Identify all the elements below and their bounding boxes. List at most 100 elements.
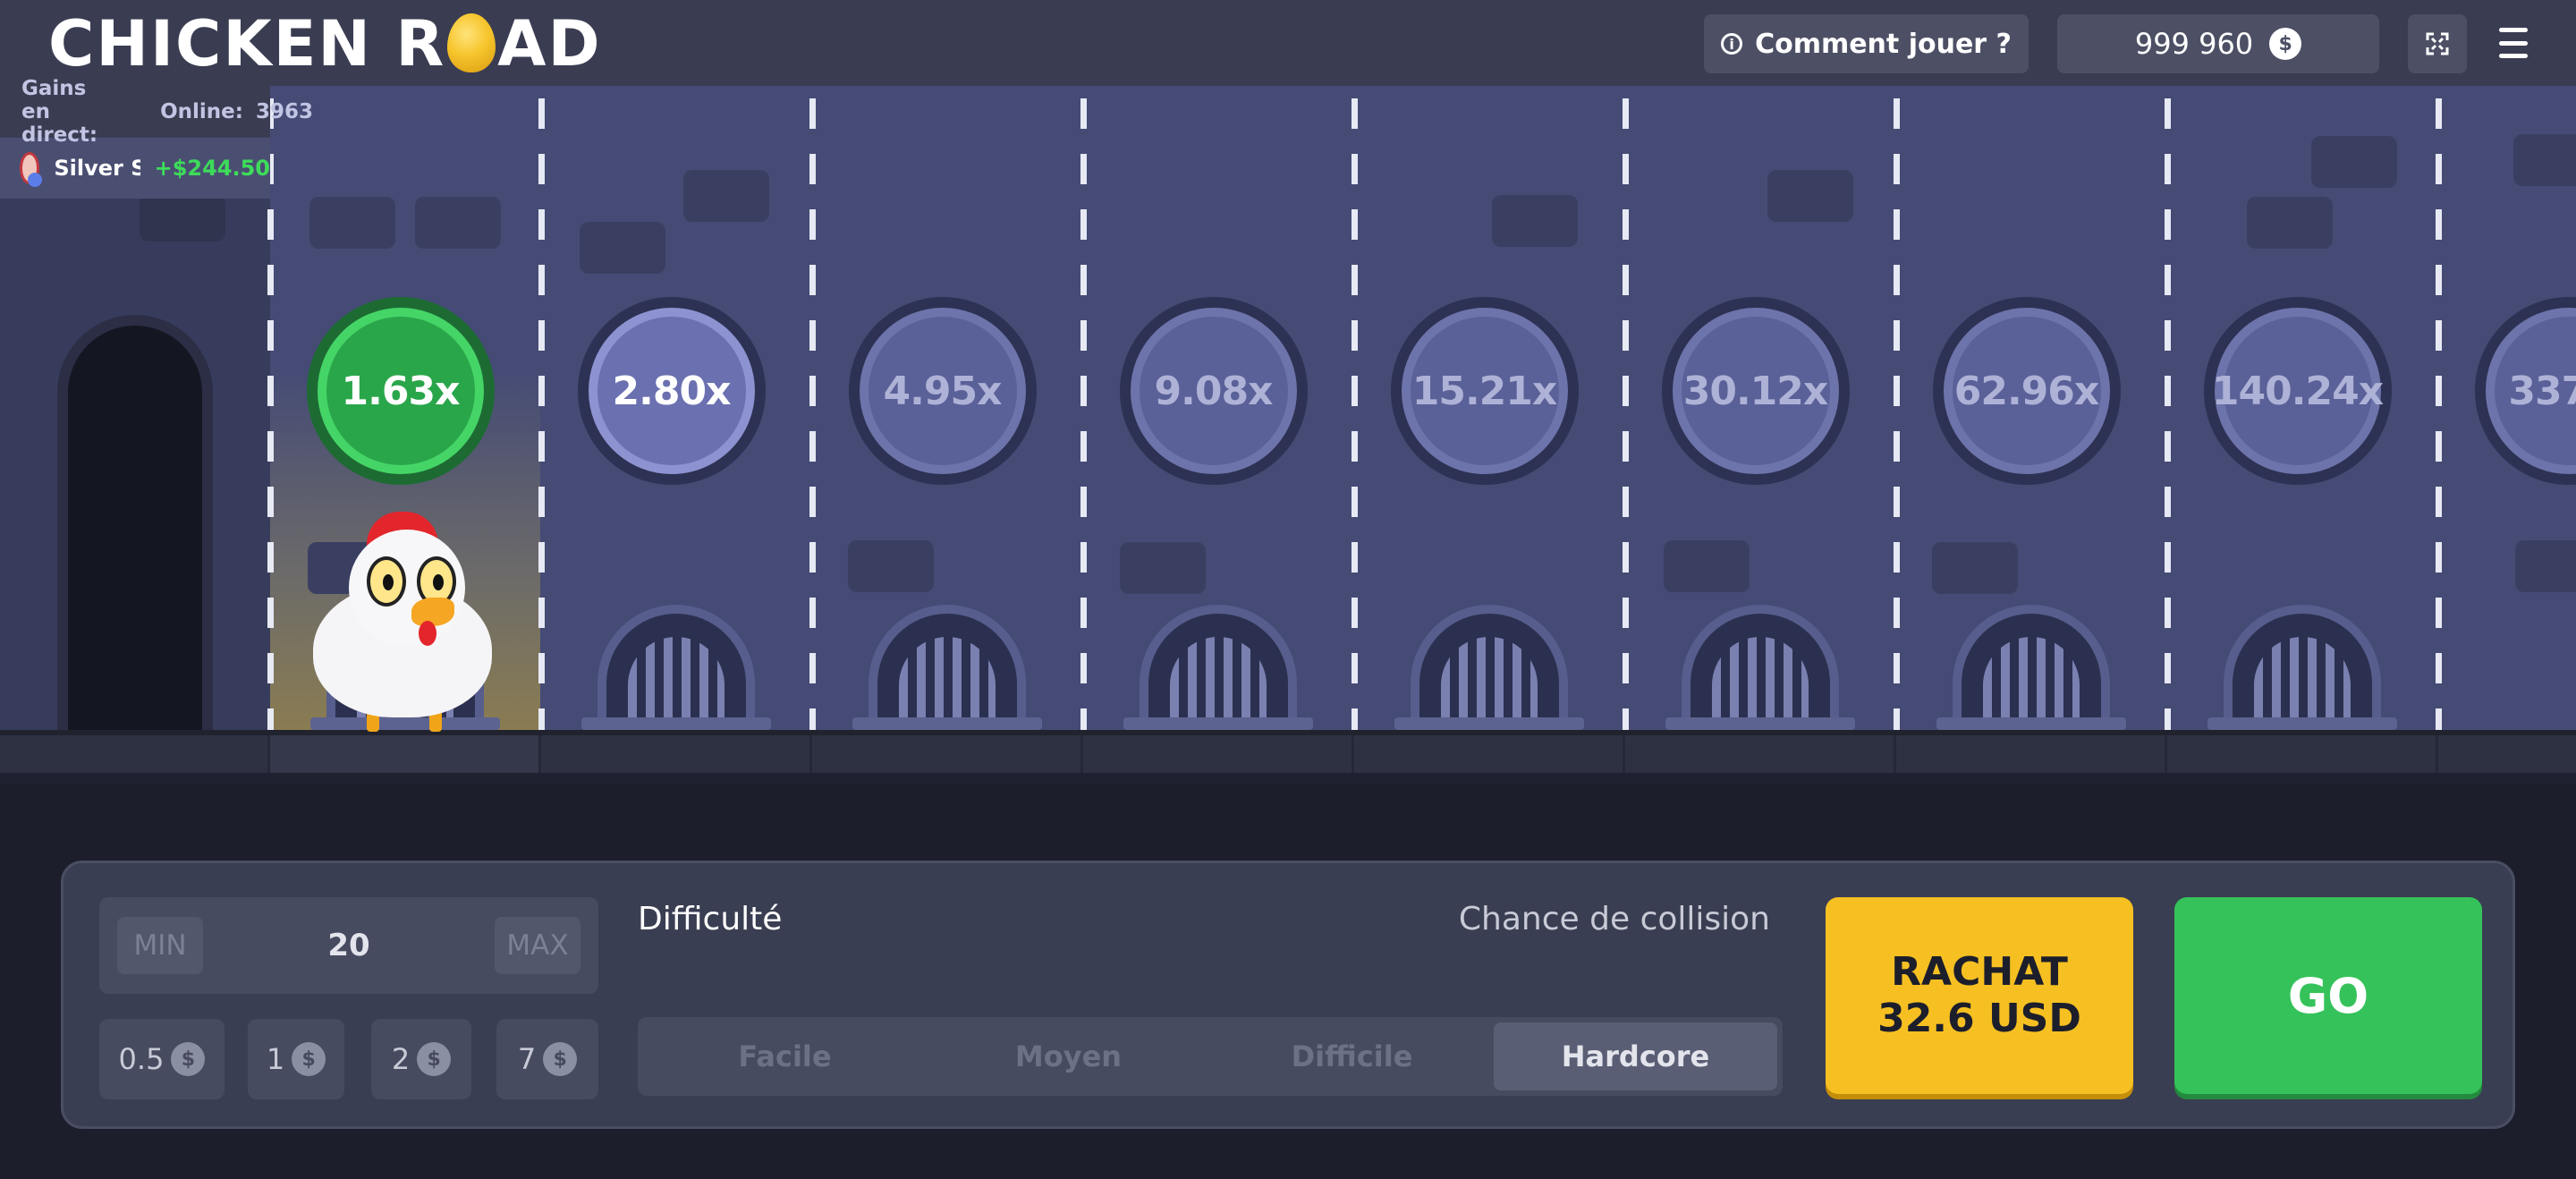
balance-display: 999 960 $ [2057,14,2379,73]
how-to-play-button[interactable]: i Comment jouer ? [1704,14,2029,73]
multiplier-tile[interactable]: 62.96x [1932,297,2121,485]
road-edge [0,735,2576,773]
collision-chance-label: Chance de collision [1458,901,1770,937]
lane-divider [2436,98,2442,730]
chip-value: 1 [266,1042,285,1076]
game-board: 1.63x 2.80x 4.95x 9.08x 15.21x 30.12x 62.96x 14… [0,86,2576,784]
road-segment [1896,735,2167,773]
how-to-play-label: Comment jouer ? [1755,28,2012,60]
live-wins-feed: Gains en direct: Online: 3963 Silver Sou… [0,77,313,202]
sewer-grate [1936,605,2126,730]
multiplier-tile[interactable]: 337.5 [2474,297,2576,485]
dollar-coin-icon: $ [417,1042,452,1076]
player-name: Silver Sour Ll... [54,156,140,181]
multiplier-tile[interactable]: 1.63x [306,297,495,485]
wall-brick [580,222,665,274]
multiplier-tile[interactable]: 30.12x [1661,297,1850,485]
chip-7-button[interactable]: 7 $ [496,1019,598,1099]
lane-divider [1623,98,1629,730]
road-segment [0,735,270,773]
lane-divider [1352,98,1358,730]
go-button[interactable]: GO [2174,897,2482,1094]
difficulty-selector: Facile Moyen Difficile Hardcore [638,1017,1783,1096]
multiplier-tile[interactable]: 2.80x [577,297,766,485]
wall-brick [1932,542,2018,594]
multiplier-value: 2.80x [612,368,732,414]
lane-divider [809,98,816,730]
wall-brick [1492,195,1578,247]
road-segment [812,735,1083,773]
egg-icon [447,13,496,72]
logo-text-right: AD [497,7,602,81]
online-count: 3963 [255,100,313,123]
chip-value: 0.5 [118,1042,165,1076]
hamburger-menu-icon[interactable] [2496,25,2531,61]
cashout-amount: 32.6 USD [1877,996,2081,1041]
dollar-coin-icon: $ [2269,28,2302,60]
wall-brick [2247,197,2333,249]
balance-value: 999 960 [2134,27,2254,61]
max-bet-button[interactable]: MAX [495,917,580,974]
difficulty-easy[interactable]: Facile [643,1022,927,1090]
difficulty-label: Difficulté [638,901,783,937]
player-win-amount: +$244.50 [154,156,270,181]
dollar-coin-icon: $ [292,1042,326,1076]
multiplier-tile[interactable]: 140.24x [2203,297,2392,485]
road-segment [1083,735,1354,773]
sewer-grate [1123,605,1313,730]
game-logo: CHICKEN R AD [48,4,602,84]
multiplier-value: 4.95x [883,368,1003,414]
lane-divider [538,98,545,730]
sewer-grate [852,605,1042,730]
road-segment [2167,735,2438,773]
road-segment [1625,735,1896,773]
live-wins-title: Gains en direct: [21,77,98,147]
road-segment [2438,735,2576,773]
sewer-grate [2207,605,2397,730]
chip-2-button[interactable]: 2 $ [371,1019,471,1099]
cashout-label: RACHAT [1891,949,2068,995]
wall-brick [2513,134,2576,186]
difficulty-hard[interactable]: Difficile [1210,1022,1494,1090]
difficulty-hardcore[interactable]: Hardcore [1494,1022,1777,1090]
road-segment [541,735,812,773]
dollar-coin-icon: $ [171,1042,206,1076]
start-door [57,315,213,730]
wall-brick [2515,540,2576,592]
sewer-grate [1394,605,1584,730]
chip-value: 7 [517,1042,537,1076]
lane-divider [1080,98,1087,730]
lane-divider [2165,98,2171,730]
wall-brick [1120,542,1206,594]
multiplier-tile[interactable]: 15.21x [1390,297,1579,485]
lane-divider [1894,98,1900,730]
multiplier-value: 1.63x [341,368,461,414]
avatar [20,152,43,187]
bet-amount-box: MIN 20 MAX [99,897,598,994]
min-bet-button[interactable]: MIN [117,917,203,974]
road-segment [270,735,541,773]
multiplier-tile[interactable]: 4.95x [848,297,1037,485]
dollar-coin-icon: $ [543,1042,578,1076]
wall-brick [848,540,934,592]
bet-amount-input[interactable]: 20 [278,915,419,976]
live-wins-header: Gains en direct: Online: 3963 [0,77,313,147]
wall-brick [1664,540,1750,592]
multiplier-value: 337.5 [2508,368,2576,414]
multiplier-tile[interactable]: 9.08x [1119,297,1308,485]
multiplier-value: 62.96x [1953,368,2100,414]
wall-brick [2311,136,2397,188]
difficulty-medium[interactable]: Moyen [927,1022,1210,1090]
chip-value: 2 [391,1042,411,1076]
sewer-grate [1665,605,1855,730]
control-panel: MIN 20 MAX 0.5 $ 1 $ 2 $ 7 $ Difficulté … [61,861,2515,1129]
wall-brick [1767,170,1853,222]
multiplier-value: 140.24x [2211,368,2384,414]
chip-1-button[interactable]: 1 $ [248,1019,344,1099]
fullscreen-button[interactable] [2408,14,2467,73]
chicken-character [304,512,510,732]
multiplier-value: 30.12x [1682,368,1829,414]
wall-brick [415,197,501,249]
chip-0-5-button[interactable]: 0.5 $ [99,1019,225,1099]
cashout-button[interactable]: RACHAT 32.6 USD [1826,897,2133,1094]
